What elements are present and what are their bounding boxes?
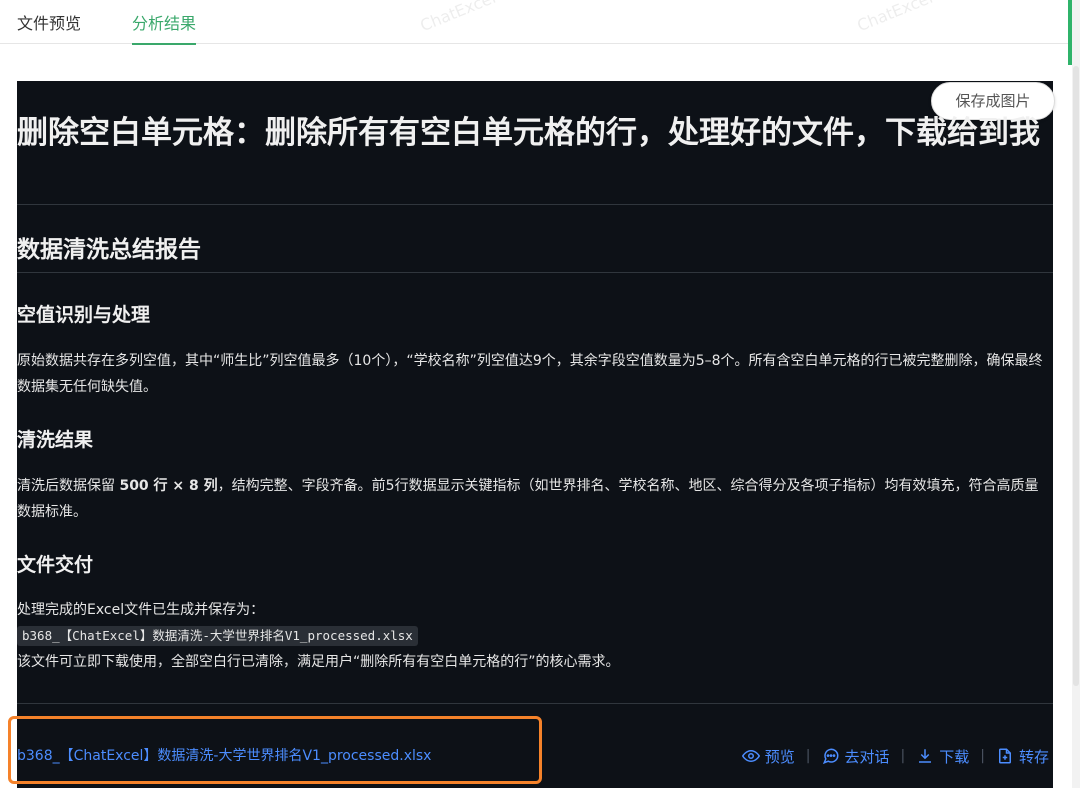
save-to-drive-button[interactable]: 转存 (996, 746, 1049, 767)
save-to-drive-label: 转存 (1018, 747, 1049, 766)
section-heading-null-handling: 空值识别与处理 (17, 304, 151, 326)
go-to-chat-button[interactable]: 去对话 (822, 746, 890, 767)
divider (17, 703, 1053, 704)
tab-file-preview[interactable]: 文件预览 (17, 10, 81, 43)
report-panel (17, 81, 1053, 788)
rows-cols-count: 500 行 × 8 列 (119, 478, 218, 494)
file-delivery-intro: 处理完成的Excel文件已生成并保存为： (17, 602, 265, 618)
file-actions: 预览 | 去对话 | 下载 | 转存 (741, 745, 1049, 767)
null-handling-paragraph: 原始数据共存在多列空值，其中“师生比”列空值最多（10个），“学校名称”列空值达… (17, 353, 1043, 395)
separator: | (980, 748, 985, 764)
file-plus-icon (998, 748, 1011, 764)
file-delivery-code-line: b368_【ChatExcel】数据清洗-大学世界排名V1_processed.… (17, 624, 1051, 648)
separator: | (900, 748, 906, 764)
go-to-chat-label: 去对话 (844, 747, 890, 766)
scrollbar-thumb[interactable] (1073, 66, 1079, 686)
chat-bubble-icon (822, 748, 839, 765)
divider (17, 204, 1053, 205)
download-label: 下载 (939, 747, 970, 766)
tab-bar: 文件预览 分析结果 (0, 0, 1072, 45)
report-title: 删除空白单元格：删除所有有空白单元格的行，处理好的文件，下载给到我 (17, 115, 1040, 151)
processed-file-link[interactable]: b368_【ChatExcel】数据清洗-大学世界排名V1_processed.… (17, 745, 431, 767)
preview-label: 预览 (764, 747, 795, 766)
section-heading-clean-result: 清洗结果 (17, 429, 94, 451)
section-heading-file-delivery: 文件交付 (17, 554, 94, 576)
download-button[interactable]: 下载 (916, 746, 969, 767)
eye-icon (741, 749, 760, 763)
preview-button[interactable]: 预览 (741, 746, 795, 767)
file-delivery-outro: 该文件可立即下载使用，全部空白行已清除，满足用户“删除所有有空白单元格的行”的核… (17, 654, 620, 670)
separator: | (805, 748, 811, 764)
divider (17, 272, 1053, 273)
clean-result-text-pre: 清洗后数据保留 (17, 478, 120, 494)
summary-heading: 数据清洗总结报告 (17, 237, 201, 263)
clean-result-paragraph: 清洗后数据保留 500 行 × 8 列，结构完整、字段齐备。前5行数据显示关键指… (17, 473, 1051, 525)
download-icon (919, 749, 932, 763)
tab-analysis-result[interactable]: 分析结果 (132, 10, 197, 45)
output-filename-code: b368_【ChatExcel】数据清洗-大学世界排名V1_processed.… (17, 626, 418, 646)
